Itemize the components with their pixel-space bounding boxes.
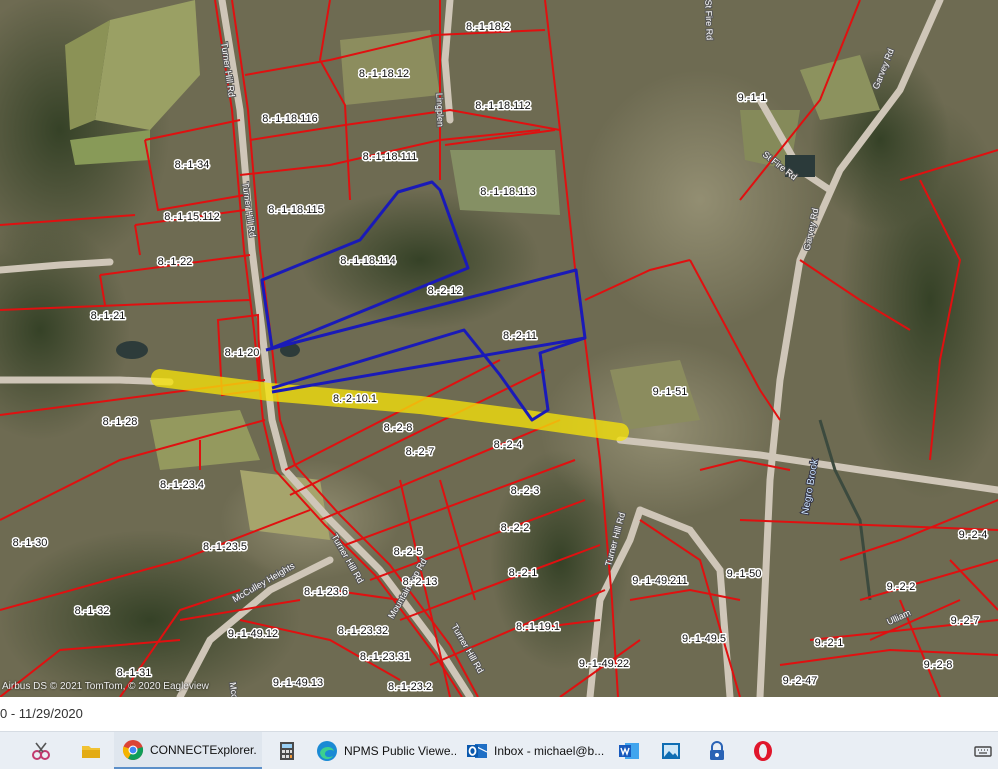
parcel-label[interactable]: 9.-2-2 bbox=[885, 580, 917, 595]
chrome-window-title: CONNECTExplorer... bbox=[150, 742, 256, 757]
parcel-label[interactable]: 8.-1-20 bbox=[223, 346, 261, 361]
taskbar-edge[interactable]: NPMS Public Viewe... bbox=[308, 732, 462, 769]
lock-icon bbox=[706, 740, 728, 762]
road-label: Lingplen bbox=[434, 93, 445, 127]
parcel-label[interactable]: 9.-1-49.211 bbox=[631, 574, 689, 589]
parcel-label[interactable]: 9.-2-47 bbox=[781, 674, 819, 689]
taskbar-calculator[interactable] bbox=[268, 732, 304, 769]
parcel-label[interactable]: 8.-2-12 bbox=[426, 284, 464, 299]
taskbar-keyboard[interactable] bbox=[964, 732, 998, 769]
parcel-label[interactable]: 8.-1-21 bbox=[89, 309, 127, 324]
taskbar-opera[interactable] bbox=[744, 732, 780, 769]
parcel-label[interactable]: 8.-1-18.111 bbox=[361, 150, 419, 165]
parcel-label[interactable]: 9.-1-49.12 bbox=[226, 627, 279, 642]
parcel-label[interactable]: 8.-2-7 bbox=[404, 445, 436, 460]
windows-taskbar: CONNECTExplorer... NPMS Public Viewe... … bbox=[0, 731, 998, 769]
parcel-label[interactable]: 8.-1-31 bbox=[115, 666, 153, 681]
parcel-label[interactable]: 8.-2-5 bbox=[392, 545, 424, 560]
taskbar-outlook[interactable]: Inbox - michael@b... bbox=[458, 732, 614, 769]
keyboard-icon bbox=[972, 740, 994, 762]
parcel-label[interactable]: 8.-1-15.112 bbox=[163, 210, 221, 225]
parcel-label[interactable]: 8.-1-18.116 bbox=[261, 112, 319, 127]
parcel-label[interactable]: 8.-1-18.12 bbox=[357, 67, 410, 82]
parcel-label[interactable]: 8.-1-30 bbox=[11, 536, 49, 551]
opera-icon bbox=[752, 740, 774, 762]
parcel-label[interactable]: 8.-1-23.6 bbox=[302, 585, 349, 600]
chrome-icon bbox=[122, 739, 144, 761]
taskbar-word[interactable] bbox=[610, 732, 646, 769]
snipping-tool-icon bbox=[30, 740, 52, 762]
parcel-label[interactable]: 9.-1-1 bbox=[736, 91, 768, 106]
parcel-label[interactable]: 8.-2-11 bbox=[501, 329, 538, 344]
imagery-date-text: 0 - 11/29/2020 bbox=[0, 706, 83, 721]
parcel-label[interactable]: 8.-2-1 bbox=[507, 566, 539, 581]
parcel-label[interactable]: 9.-1-49.5 bbox=[680, 632, 727, 647]
parcel-label[interactable]: 9.-1-49.13 bbox=[271, 676, 324, 691]
photos-icon bbox=[660, 740, 682, 762]
parcel-label[interactable]: 8.-2-3 bbox=[509, 484, 541, 499]
parcel-label[interactable]: 8.-1-23.2 bbox=[386, 680, 433, 695]
parcel-label[interactable]: 8.-1-18.113 bbox=[479, 185, 537, 200]
road-label: St Fire Rd bbox=[703, 0, 714, 40]
outlook-window-title: Inbox - michael@b... bbox=[494, 743, 605, 758]
edge-icon bbox=[316, 740, 338, 762]
parcel-label[interactable]: 9.-2-7 bbox=[949, 614, 981, 629]
outlook-icon bbox=[466, 740, 488, 762]
parcel-label[interactable]: 8.-1-23.31 bbox=[358, 650, 411, 665]
date-bar: 0 - 11/29/2020 bbox=[0, 697, 998, 731]
map-view[interactable]: Negro Brook Turner Hill Rd Turner Hill Rd… bbox=[0, 0, 998, 697]
parcel-label[interactable]: 9.-2-8 bbox=[922, 658, 954, 673]
parcel-label[interactable]: 9.-1-49.22 bbox=[577, 657, 630, 672]
file-explorer-icon bbox=[80, 740, 102, 762]
parcel-label[interactable]: 8.-1-23.32 bbox=[336, 624, 389, 639]
word-icon bbox=[618, 740, 640, 762]
parcel-label[interactable]: 8.-2-10.1 bbox=[331, 392, 378, 407]
edge-window-title: NPMS Public Viewe... bbox=[344, 743, 456, 758]
parcel-label[interactable]: 8.-1-18.115 bbox=[267, 203, 325, 218]
taskbar-snipping-tool[interactable] bbox=[22, 732, 58, 769]
parcel-label[interactable]: 8.-2-2 bbox=[499, 521, 531, 536]
taskbar-file-explorer[interactable] bbox=[72, 732, 108, 769]
parcel-label[interactable]: 8.-1-19.1 bbox=[514, 620, 561, 635]
parcel-label[interactable]: 9.-1-50 bbox=[725, 567, 763, 582]
parcel-label[interactable]: 8.-2-13 bbox=[401, 575, 439, 590]
parcel-label[interactable]: 9.-2-1 bbox=[813, 636, 845, 651]
parcel-label[interactable]: 8.-2-4 bbox=[492, 438, 524, 453]
parcel-label[interactable]: 9.-1-51 bbox=[651, 385, 689, 400]
calculator-icon bbox=[276, 740, 298, 762]
parcel-label[interactable]: 8.-1-28 bbox=[101, 415, 139, 430]
parcel-label[interactable]: 8.-1-23.4 bbox=[158, 478, 205, 493]
parcel-label[interactable]: 8.-1-18.112 bbox=[474, 99, 532, 114]
parcel-label[interactable]: 8.-1-23.5 bbox=[201, 540, 248, 555]
map-attribution: Airbus DS © 2021 TomTom, © 2020 Eaglevie… bbox=[2, 681, 209, 692]
parcel-label[interactable]: 8.-1-34 bbox=[173, 158, 211, 173]
parcel-label[interactable]: 8.-1-18.114 bbox=[339, 254, 397, 269]
parcel-label[interactable]: 9.-2-4 bbox=[957, 528, 989, 543]
parcel-label[interactable]: 8.-1-22 bbox=[156, 255, 194, 270]
parcel-label[interactable]: 8.-1-32 bbox=[73, 604, 111, 619]
taskbar-chrome[interactable]: CONNECTExplorer... bbox=[114, 732, 262, 769]
taskbar-security[interactable] bbox=[698, 732, 734, 769]
parcel-label[interactable]: 8.-1-18.2 bbox=[464, 20, 511, 35]
parcel-label[interactable]: 8.-2-8 bbox=[382, 421, 414, 436]
taskbar-photos[interactable] bbox=[652, 732, 688, 769]
